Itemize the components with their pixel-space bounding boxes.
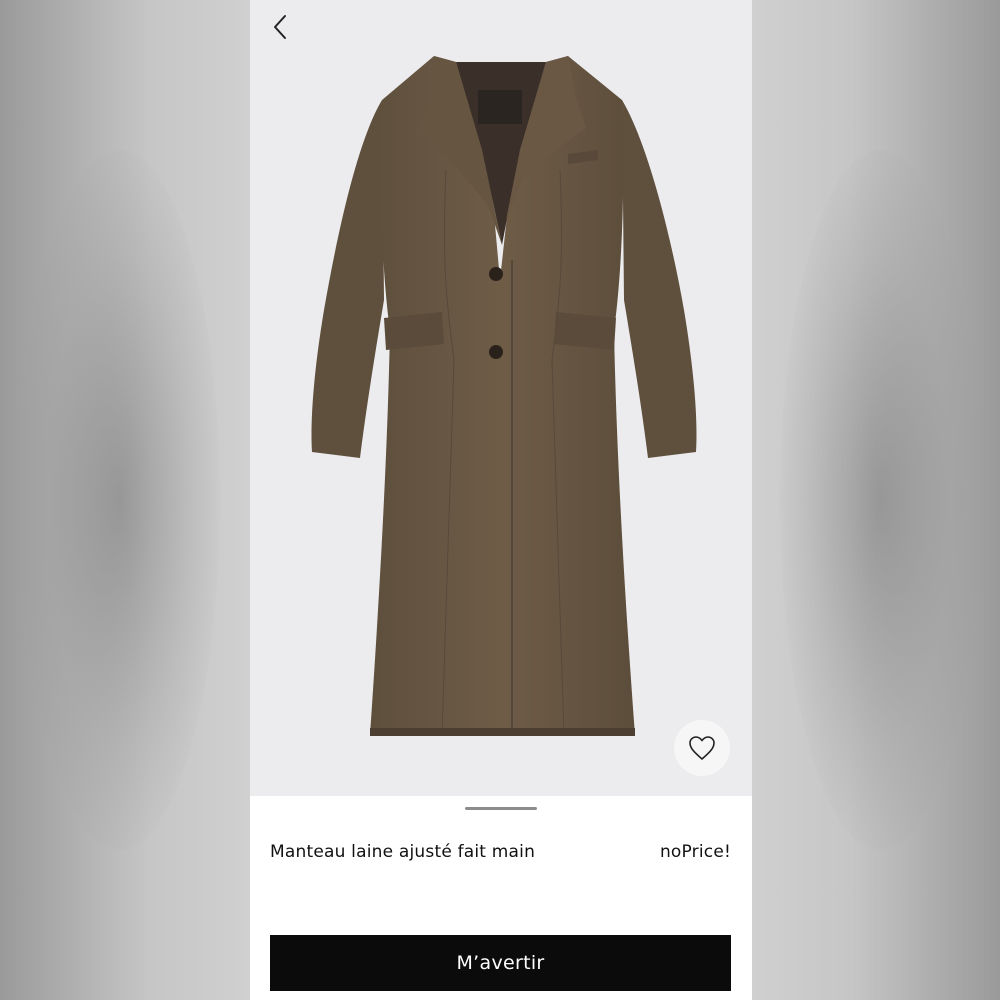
sheet-drag-handle[interactable]	[465, 807, 537, 810]
product-image	[311, 56, 697, 736]
background-blur-shape	[20, 150, 220, 850]
heart-outline-icon	[689, 736, 715, 760]
product-price: noPrice!	[659, 842, 731, 862]
product-info-sheet: Manteau laine ajusté fait main noPrice! …	[250, 796, 752, 1000]
product-name: Manteau laine ajusté fait main	[270, 842, 536, 862]
notify-me-button[interactable]: M’avertir	[270, 935, 731, 991]
back-button[interactable]	[264, 10, 296, 44]
product-image-area	[250, 0, 752, 796]
background-blur-shape	[780, 150, 980, 850]
chevron-left-icon	[274, 15, 286, 39]
wishlist-button[interactable]	[674, 720, 730, 776]
app-screen: Manteau laine ajusté fait main noPrice! …	[250, 0, 752, 1000]
